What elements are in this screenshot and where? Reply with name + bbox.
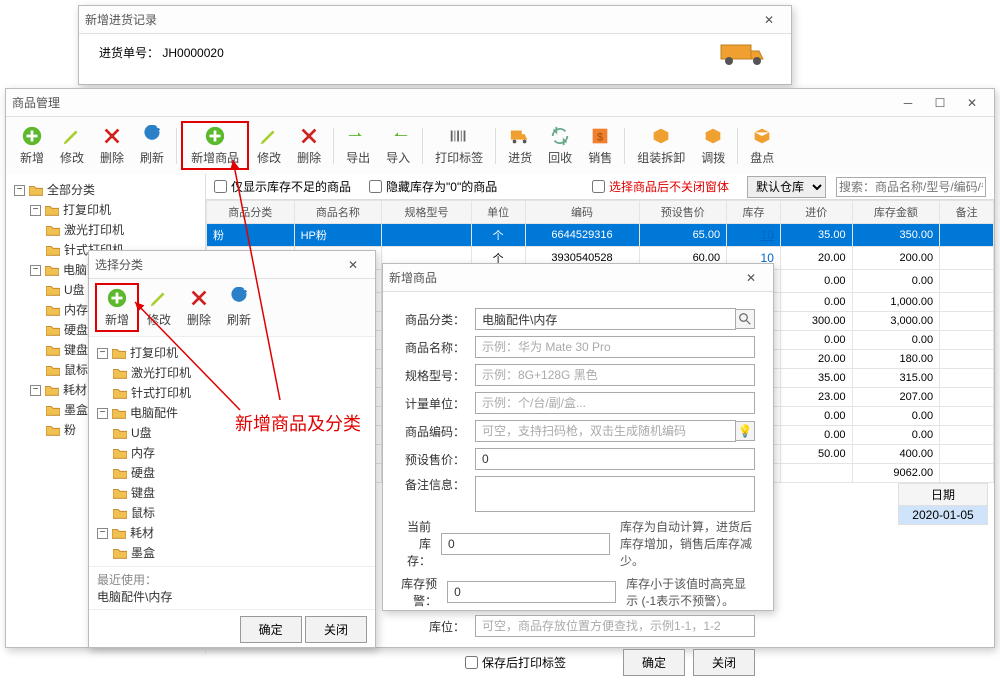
name-field[interactable] [475,336,755,358]
category-field[interactable] [475,308,736,330]
show-lowstock-checkbox[interactable] [214,180,227,193]
code-field[interactable] [475,420,736,442]
add-product-button[interactable]: 新增商品 [181,121,249,170]
close-button[interactable]: 关闭 [305,616,367,643]
cat-refresh-button[interactable]: 刷新 [219,285,259,330]
close-icon[interactable]: ✕ [735,268,767,288]
edit2-button[interactable]: 修改 [249,123,289,168]
stock-field[interactable] [441,533,610,555]
warehouse-select[interactable]: 默认仓库 [747,176,826,198]
cat-delete-button[interactable]: 删除 [179,285,219,330]
inventory-button[interactable]: 盘点 [742,123,782,168]
import-button[interactable]: 导入 [378,123,418,168]
edit-button[interactable]: 修改 [52,123,92,168]
ok-button[interactable]: 确定 [240,616,302,643]
annotation-text: 新增商品及分类 [235,410,361,436]
add-product-dialog: 新增商品 ✕ 商品分类： 商品名称： 规格型号： 计量单位： 商品编码：💡 预设… [382,263,774,611]
main-toolbar: 新增 修改 删除 刷新 新增商品 修改 删除 导出 导入 打印标签 进货 回收 … [6,117,994,174]
loc-field[interactable] [475,615,755,637]
category-dialog: 选择分类 ✕ 新增 修改 删除 刷新 −打复印机 激光打印机 针式打印机 −电脑… [88,250,376,648]
date-panel: 日期 2020-01-05 [898,483,988,525]
cat-add-button[interactable]: 新增 [95,283,139,332]
ok-button[interactable]: 确定 [623,649,685,676]
date-value: 2020-01-05 [899,506,987,524]
close-icon[interactable]: ✕ [337,255,369,275]
svg-text:$: $ [597,132,603,144]
purchase-button[interactable]: 进货 [500,123,540,168]
recent-label: 最近使用： [97,571,367,588]
lightbulb-icon[interactable]: 💡 [735,421,755,441]
refresh-button[interactable]: 刷新 [132,123,172,168]
dialog-title: 新增商品 [389,269,735,286]
add-button[interactable]: 新增 [12,123,52,168]
close-icon[interactable]: ✕ [753,10,785,30]
recent-value: 电脑配件\内存 [97,588,367,605]
delete2-button[interactable]: 删除 [289,123,329,168]
sale-button[interactable]: $销售 [580,123,620,168]
warn-field[interactable] [447,581,616,603]
hide-zero-checkbox[interactable] [369,180,382,193]
truck-icon [719,39,771,69]
order-no-value: JH0000020 [162,46,223,60]
category-tree-dialog[interactable]: −打复印机 激光打印机 针式打印机 −电脑配件 U盘 内存 硬盘 键盘 鼠标 −… [89,336,375,566]
window-title: 商品管理 [12,94,892,111]
price-field[interactable] [475,448,755,470]
keep-open-checkbox[interactable] [592,180,605,193]
close-icon[interactable]: ✕ [956,93,988,113]
dialog-title: 选择分类 [95,256,337,273]
export-button[interactable]: 导出 [338,123,378,168]
close-button[interactable]: 关闭 [693,649,755,676]
maximize-icon[interactable]: ☐ [924,93,956,113]
minimize-icon[interactable]: ─ [892,93,924,113]
table-row[interactable]: 粉HP粉个664452931665.001035.00350.00 [207,224,994,247]
transfer-button[interactable]: 调拨 [693,123,733,168]
search-icon[interactable] [735,309,755,329]
model-field[interactable] [475,364,755,386]
order-no-label: 进货单号： [99,46,159,60]
window-title: 新增进货记录 [85,11,753,28]
print-label-button[interactable]: 打印标签 [427,123,491,168]
recycle-button[interactable]: 回收 [540,123,580,168]
remark-field[interactable] [475,476,755,512]
combo-button[interactable]: 组装拆卸 [629,123,693,168]
cat-edit-button[interactable]: 修改 [139,285,179,330]
unit-field[interactable] [475,392,755,414]
delete-button[interactable]: 删除 [92,123,132,168]
purchase-record-window: 新增进货记录 ✕ 进货单号： JH0000020 [78,5,792,85]
search-input[interactable] [836,177,986,197]
print-after-save-checkbox[interactable] [465,656,478,669]
